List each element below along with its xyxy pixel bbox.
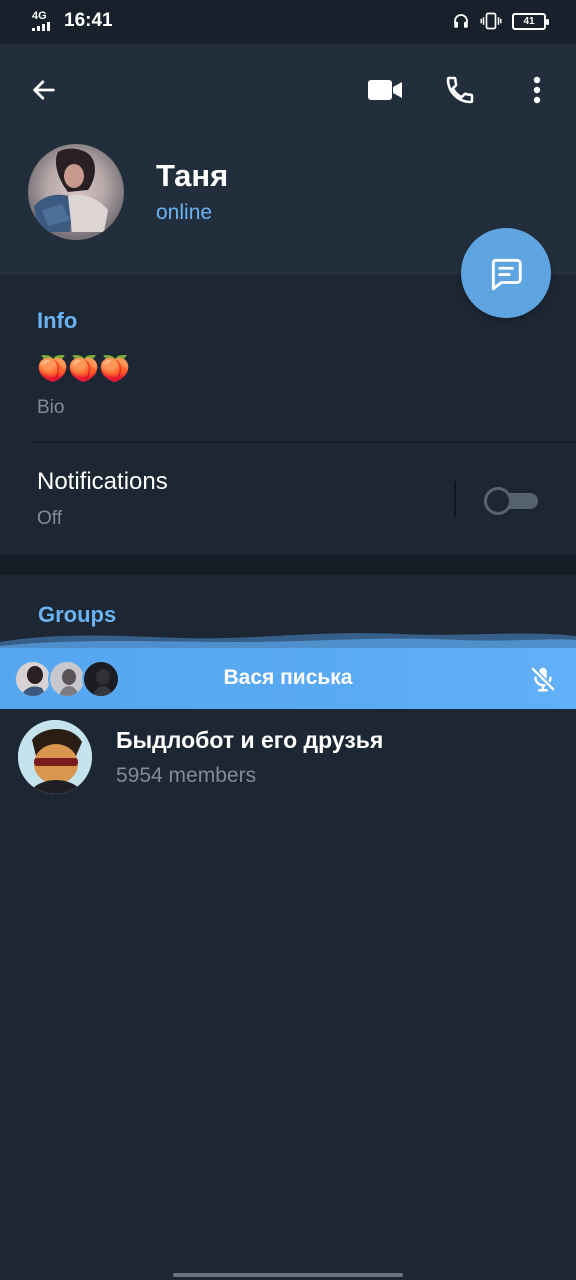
voice-wave-decoration [0, 633, 576, 650]
group-member-count: 5954 members [116, 764, 257, 787]
notifications-status: Off [37, 508, 62, 529]
more-options-button[interactable] [520, 70, 554, 110]
toggle-knob [484, 487, 512, 515]
info-section: Info 🍑🍑🍑 Bio Notifications Off [0, 275, 576, 555]
vibrate-icon [480, 12, 502, 30]
status-time: 16:41 [64, 10, 113, 31]
send-message-button[interactable] [461, 228, 551, 318]
group-avatar-image [18, 720, 92, 794]
video-call-button[interactable] [362, 70, 408, 110]
headphones-icon [454, 14, 468, 28]
network-type-label: 4G [32, 9, 47, 22]
bio-label: Bio [37, 397, 65, 418]
back-arrow-icon [33, 80, 55, 100]
notifications-toggle[interactable] [484, 487, 538, 515]
home-indicator[interactable] [173, 1273, 403, 1277]
vertical-divider [454, 481, 456, 517]
network-indicator: 4G [32, 9, 58, 31]
group-list-item[interactable]: Быдлобот и его друзья 5954 members [0, 709, 576, 805]
section-separator [0, 555, 576, 575]
group-avatar [18, 720, 92, 794]
voice-chat-bar[interactable]: Вася писька [0, 648, 576, 709]
notifications-label[interactable]: Notifications [37, 468, 168, 496]
message-icon [491, 258, 522, 291]
presence-status: online [156, 201, 213, 224]
bio-value[interactable]: 🍑🍑🍑 [37, 355, 130, 384]
divider [32, 442, 576, 443]
signal-icon [32, 21, 58, 31]
battery-level: 41 [523, 15, 535, 27]
battery-icon: 41 [512, 12, 549, 30]
voice-call-button[interactable] [440, 70, 480, 110]
video-call-icon [368, 80, 402, 100]
mic-off-icon[interactable] [528, 664, 558, 694]
back-button[interactable] [24, 70, 64, 110]
profile-photo-image [34, 148, 108, 232]
profile-name: Таня [156, 158, 229, 193]
voice-chat-title: Вася писька [223, 666, 353, 689]
status-bar: 4G 16:41 41 [0, 0, 576, 44]
more-vertical-icon [533, 76, 541, 104]
group-name: Быдлобот и его друзья [116, 727, 384, 753]
groups-section-title: Groups [38, 602, 117, 627]
profile-avatar[interactable] [28, 144, 124, 240]
phone-icon [446, 76, 474, 104]
info-section-title: Info [37, 308, 78, 333]
